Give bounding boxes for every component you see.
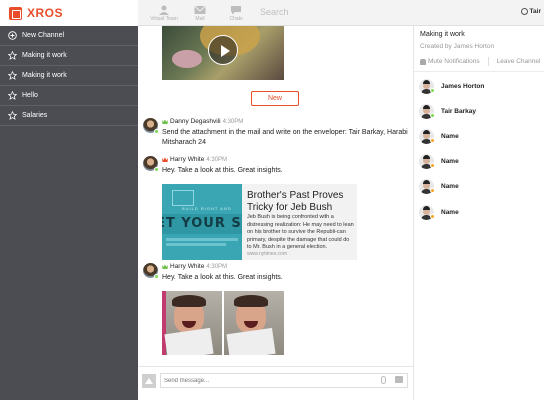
member-name: Name [441,208,459,216]
sidebar-item-label: New Channel [22,32,65,39]
star-icon [7,51,17,61]
message-text: Hey. Take a look at this. Great insights… [162,274,283,281]
status-dot [430,113,435,118]
status-dot [430,214,435,219]
sidebar: New Channel Making it work Making it wor… [0,26,138,400]
member-name: Tair Barkay [441,107,476,115]
message-composer [138,366,413,400]
crown-icon [162,264,168,269]
chat-area: New Danny Degashvili 4:30PM Send the att… [138,26,413,400]
crown-icon [162,119,168,124]
mail-icon [194,5,206,14]
member-item[interactable]: Name [419,127,459,145]
channel-creator: Created by James Horton [420,43,495,50]
member-item[interactable]: Tair Barkay [419,102,476,120]
upload-button[interactable] [142,374,156,388]
nav-label: Mail [195,15,205,22]
avatar[interactable] [143,118,159,134]
status-dot [154,167,159,172]
nav-mail-button[interactable]: Mail [182,0,218,26]
top-bar: XROS Virtual Team Mail Chats Search Tair [0,0,544,26]
nav-chats-button[interactable]: Chats [218,0,254,26]
link-preview-source[interactable]: www.nytimes.com [247,251,287,257]
divider [414,71,544,72]
link-preview-description: Jeb Bush is being confronted with a dist… [247,214,354,250]
message-time: 4:30PM [206,263,227,270]
sidebar-item-label: Making it work [22,52,67,59]
channel-details-panel: Making it work Created by James Horton M… [413,26,544,400]
nav-virtual-team-button[interactable]: Virtual Team [146,0,182,26]
message-time: 4:30PM [222,118,244,125]
xros-logo-icon [9,6,22,20]
message-author[interactable]: Harry White [170,156,204,163]
play-icon[interactable] [208,35,238,65]
link-preview-image: BUILD RIGHT AND ET YOUR SIT [162,184,242,260]
sidebar-item-hello[interactable]: Hello [0,86,138,106]
message-time: 4:30PM [206,156,227,163]
user-menu[interactable]: Tair [520,8,541,15]
photo-attachment[interactable] [162,291,222,355]
sidebar-item-making-it-work-2[interactable]: Making it work [0,66,138,86]
photo-attachments [162,291,284,355]
status-dot [430,88,435,93]
sidebar-item-salaries[interactable]: Salaries [0,106,138,126]
plus-icon [7,31,17,41]
mute-icon [420,58,426,65]
star-icon [7,111,17,121]
leave-channel-button[interactable]: Leave Channel [497,58,541,65]
mute-notifications-button[interactable]: Mute Notifications [428,58,480,65]
member-item[interactable]: Name [419,177,459,195]
message-text: Send the attachment in the mail and writ… [162,129,408,146]
star-icon [7,91,17,101]
sidebar-item-new-channel[interactable]: New Channel [0,26,138,46]
member-item[interactable]: Name [419,152,459,170]
message-author[interactable]: Danny Degashvili [170,118,221,125]
channel-actions: Mute Notifications Leave Channel [420,57,544,66]
thumbs-up-icon[interactable] [395,376,403,383]
message-text: Hey. Take a look at this. Great insights… [162,167,283,174]
crown-icon [162,157,168,162]
message-author[interactable]: Harry White [170,263,204,270]
member-item[interactable]: James Horton [419,77,484,95]
status-dot [154,274,159,279]
status-dot [154,129,159,134]
avatar[interactable] [143,156,159,172]
message-input[interactable] [160,373,408,388]
link-preview-card[interactable]: BUILD RIGHT AND ET YOUR SIT Brother's Pa… [162,184,357,260]
avatar[interactable] [143,263,159,279]
nav-label: Chats [229,15,243,22]
sidebar-item-label: Hello [22,92,38,99]
status-dot [430,188,435,193]
nav-label: Virtual Team [150,15,178,22]
status-dot [430,163,435,168]
member-name: James Horton [441,82,485,90]
photo-attachment[interactable] [224,291,284,355]
app-name: XROS [27,6,64,20]
sidebar-item-label: Making it work [22,72,67,79]
sidebar-item-making-it-work[interactable]: Making it work [0,46,138,66]
user-name: Tair [529,8,541,15]
message: Harry White 4:30PM Hey. Take a look at t… [143,156,411,262]
star-icon [7,71,17,81]
brand[interactable]: XROS [0,0,138,26]
video-thumbnail[interactable] [162,26,284,80]
status-dot [430,138,435,143]
link-preview-title[interactable]: Brother's Past Proves Tricky for Jeb Bus… [247,190,355,213]
member-item[interactable]: Name [419,203,459,221]
member-name: Name [441,157,459,165]
message: Harry White 4:30PM Hey. Take a look at t… [143,263,411,359]
microphone-icon[interactable] [381,376,386,384]
new-messages-divider[interactable]: New [251,91,299,106]
channel-title: Making it work [420,31,465,38]
member-name: Name [441,132,459,140]
message: Danny Degashvili 4:30PM Send the attachm… [143,118,411,148]
search-input[interactable]: Search [260,7,289,17]
user-icon [159,5,169,15]
sidebar-item-label: Salaries [22,112,48,119]
member-name: Name [441,182,459,190]
chat-icon [231,5,241,14]
gear-icon [520,8,528,15]
